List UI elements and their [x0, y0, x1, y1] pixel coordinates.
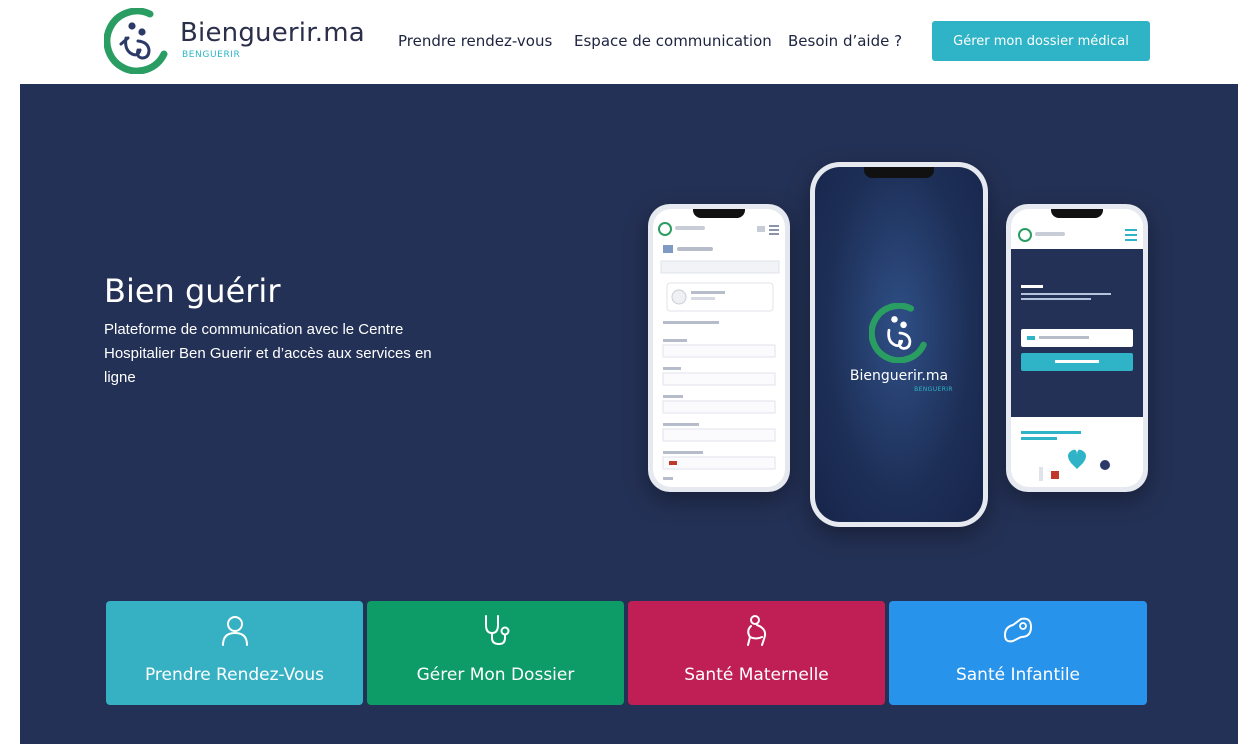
- splash-logo-icon: [869, 303, 927, 363]
- hero-description: Plateforme de communication avec le Cent…: [104, 321, 432, 386]
- nav-besoin-aide[interactable]: Besoin d’aide ?: [788, 32, 902, 50]
- service-card-label: Prendre Rendez-Vous: [144, 665, 324, 685]
- hero-title: Bien guérir: [104, 272, 281, 310]
- service-card-rendez-vous[interactable]: Prendre Rendez-Vous: [106, 601, 363, 705]
- service-card-label: Santé Maternelle: [684, 665, 829, 685]
- phone-mockup-left: [648, 204, 790, 492]
- nav-prendre-rendez-vous[interactable]: Prendre rendez-vous: [398, 32, 552, 50]
- splash-brand-name: Bienguerir.ma: [849, 368, 949, 384]
- phone-screen-splash: Bienguerir.ma BENGUERIR: [815, 167, 983, 522]
- maternity-icon: [746, 615, 766, 646]
- phone-mockup-center: Bienguerir.ma BENGUERIR: [810, 162, 988, 527]
- service-card-label: Santé Infantile: [955, 665, 1081, 685]
- service-card-label: Gérer Mon Dossier: [416, 665, 575, 685]
- phone-screen-form: [653, 209, 785, 487]
- brand-logo[interactable]: Bienguerir.ma BENGUERIR: [104, 8, 365, 74]
- home-screen-illustration: [1011, 209, 1143, 481]
- brand-subtitle: BENGUERIR: [182, 50, 241, 60]
- user-icon: [221, 616, 248, 646]
- logo-icon: [104, 8, 168, 74]
- brand-name: Bienguerir.ma: [180, 18, 365, 48]
- service-card-maternelle[interactable]: Santé Maternelle: [628, 601, 885, 705]
- nav-espace-communication[interactable]: Espace de communication: [574, 32, 772, 50]
- splash-brand-subtitle: BENGUERIR: [914, 386, 953, 393]
- site-header: Bienguerir.ma BENGUERIR Prendre rendez-v…: [0, 0, 1238, 84]
- manage-medical-record-button[interactable]: Gérer mon dossier médical: [932, 21, 1150, 61]
- form-screen-illustration: [658, 222, 780, 480]
- hero-section: Bien guérir Plateforme de communication …: [20, 84, 1238, 744]
- phone-screen-home: [1011, 209, 1143, 487]
- service-card-dossier[interactable]: Gérer Mon Dossier: [367, 601, 624, 705]
- phone-mockup-right: [1006, 204, 1148, 492]
- service-card-infantile[interactable]: Santé Infantile: [889, 601, 1147, 705]
- baby-icon: [1004, 617, 1032, 643]
- stethoscope-icon: [484, 615, 509, 646]
